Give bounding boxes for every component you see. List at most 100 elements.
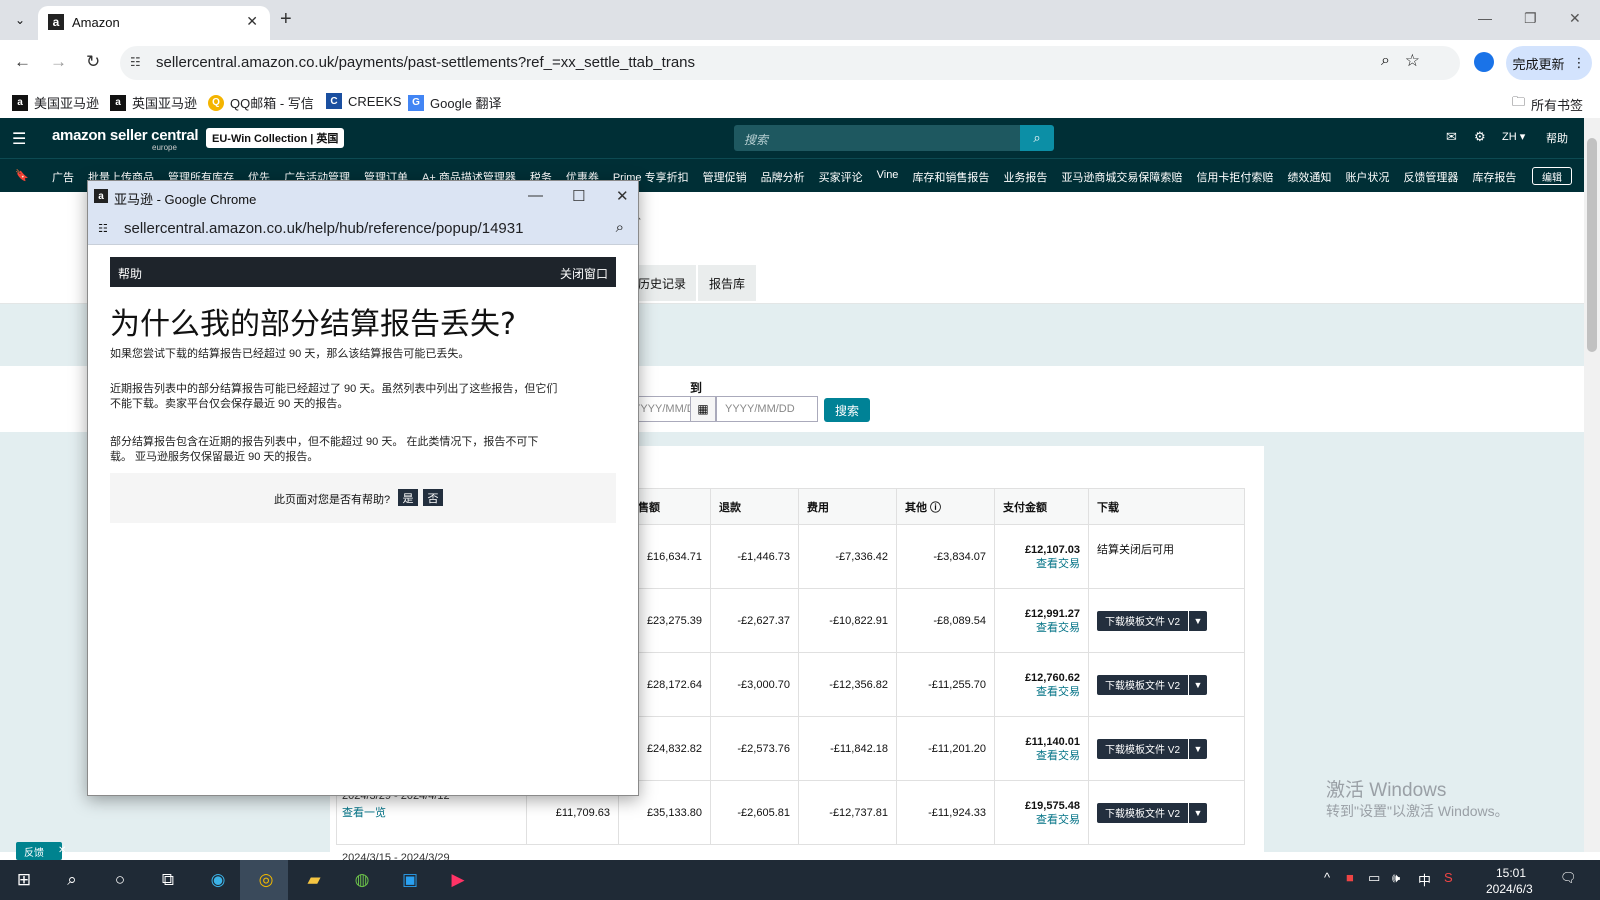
tab-close-icon[interactable]: ✕ xyxy=(246,13,258,30)
app-icon[interactable]: ▶ xyxy=(446,868,470,892)
nav-edit-button[interactable]: 编辑 xyxy=(1532,167,1572,185)
popup-minimize-icon[interactable]: — xyxy=(528,187,543,204)
helpful-yes-button[interactable]: 是 xyxy=(398,489,418,506)
bookmark-creeks[interactable]: C CREEKS xyxy=(326,93,401,109)
nav-item[interactable]: 管理促销 xyxy=(703,169,747,185)
back-icon[interactable]: ← xyxy=(14,52,31,72)
browser-360-icon[interactable]: ◍ xyxy=(350,868,374,892)
feedback-close-icon[interactable]: ✕ xyxy=(58,845,66,856)
nav-item[interactable]: 业务报告 xyxy=(1003,169,1047,185)
app-icon[interactable]: ▣ xyxy=(398,868,422,892)
view-transactions-link[interactable]: 查看交易 xyxy=(1036,622,1080,634)
nav-item[interactable]: Vine xyxy=(877,169,899,185)
helpful-no-button[interactable]: 否 xyxy=(423,489,443,506)
col-other[interactable]: 其他 ⓘ xyxy=(896,488,995,525)
settings-gear-icon[interactable]: ⚙ xyxy=(1474,129,1486,145)
nav-item[interactable]: 品牌分析 xyxy=(761,169,805,185)
sogou-icon[interactable]: S xyxy=(1444,870,1453,885)
nav-item[interactable]: 信用卡拒付索赔 xyxy=(1196,169,1273,185)
popup-address-bar[interactable]: ☷ sellercentral.amazon.co.uk/help/hub/re… xyxy=(88,213,638,245)
nav-item[interactable]: 库存报告 xyxy=(1472,169,1516,185)
nav-item[interactable]: 库存和销售报告 xyxy=(912,169,989,185)
zoom-icon[interactable]: ⌕ xyxy=(616,219,624,236)
tray-app-icon[interactable]: ■ xyxy=(1346,870,1354,885)
view-transactions-link[interactable]: 查看交易 xyxy=(1036,686,1080,698)
help-link[interactable]: 帮助 xyxy=(1546,130,1568,146)
network-icon[interactable]: ▭ xyxy=(1368,870,1380,886)
bookmark-star-icon[interactable]: ☆ xyxy=(1405,51,1420,71)
bookmark-google-translate[interactable]: G Google 翻译 xyxy=(408,93,502,112)
seller-central-logo[interactable]: amazon seller central xyxy=(52,127,199,144)
filter-search-button[interactable]: 搜索 xyxy=(824,398,870,422)
download-template-button[interactable]: 下载模板文件 V2 ▼ xyxy=(1097,738,1208,759)
minimize-icon[interactable]: — xyxy=(1478,10,1492,26)
store-selector[interactable]: EU-Win Collection | 英国 xyxy=(206,128,345,148)
site-info-icon[interactable]: ☷ xyxy=(130,55,141,69)
forward-icon[interactable]: → xyxy=(50,52,67,72)
bookmark-uk-amazon[interactable]: a 英国亚马逊 xyxy=(110,93,197,112)
ime-indicator[interactable]: 中 xyxy=(1418,870,1431,889)
popup-title-bar[interactable]: a 亚马逊 - Google Chrome — ☐ ✕ xyxy=(88,181,638,213)
popup-url[interactable]: sellercentral.amazon.co.uk/help/hub/refe… xyxy=(124,220,523,237)
nav-item[interactable]: 反馈管理器 xyxy=(1403,169,1458,185)
task-view-icon[interactable]: ⧉ xyxy=(156,868,180,892)
bookmark-qqmail[interactable]: Q QQ邮箱 - 写信 xyxy=(208,93,314,112)
download-template-button[interactable]: 下载模板文件 V2 ▼ xyxy=(1097,802,1208,823)
clock-date[interactable]: 2024/6/3 xyxy=(1486,882,1533,896)
download-template-button[interactable]: 下载模板文件 V2 ▼ xyxy=(1097,674,1208,695)
hamburger-menu-icon[interactable]: ☰ xyxy=(12,129,26,149)
bookmark-us-amazon[interactable]: a 美国亚马逊 xyxy=(12,93,99,112)
volume-icon[interactable]: 🕪 xyxy=(1392,870,1400,886)
tab-amazon[interactable]: a Amazon ✕ xyxy=(38,6,270,40)
tab-search-chevron-icon[interactable]: ⌄ xyxy=(8,8,32,32)
search-icon[interactable]: ⌕ xyxy=(60,868,84,892)
clock-time[interactable]: 15:01 xyxy=(1496,866,1526,880)
chevron-down-icon[interactable]: ▼ xyxy=(1189,610,1208,631)
chevron-down-icon[interactable]: ▼ xyxy=(1189,802,1208,823)
address-bar[interactable]: ☷ sellercentral.amazon.co.uk/payments/pa… xyxy=(120,46,1460,80)
file-explorer-icon[interactable]: ▰ xyxy=(302,868,326,892)
all-bookmarks[interactable]: 🗀 所有书签 xyxy=(1512,93,1583,115)
chevron-down-icon[interactable]: ▼ xyxy=(1189,738,1208,759)
scrollbar-thumb[interactable] xyxy=(1587,138,1597,352)
mail-icon[interactable]: ✉ xyxy=(1446,129,1457,145)
view-summary-link[interactable]: 查看一览 xyxy=(342,804,386,820)
close-window-icon[interactable]: ✕ xyxy=(1569,10,1581,27)
restore-icon[interactable]: ❐ xyxy=(1524,10,1537,27)
update-button[interactable]: 完成更新 ⋮ xyxy=(1506,46,1592,80)
reload-icon[interactable]: ↻ xyxy=(86,52,100,72)
sc-search-input[interactable]: 搜索 xyxy=(734,125,1020,151)
popup-close-icon[interactable]: ✕ xyxy=(616,187,629,205)
view-transactions-link[interactable]: 查看交易 xyxy=(1036,558,1080,570)
popup-maximize-icon[interactable]: ☐ xyxy=(572,187,585,205)
more-menu-icon[interactable]: ⋮ xyxy=(1573,55,1586,71)
windows-start-icon[interactable]: ⊞ xyxy=(12,868,36,892)
nav-item[interactable]: 亚马逊商城交易保障索赔 xyxy=(1061,169,1182,185)
tray-chevron-icon[interactable]: ^ xyxy=(1324,870,1330,885)
site-info-icon[interactable]: ☷ xyxy=(98,222,108,235)
sc-search-icon[interactable]: ⌕ xyxy=(1020,125,1054,151)
nav-item[interactable]: 广告 xyxy=(52,169,74,185)
date-to-input[interactable]: YYYY/MM/DD xyxy=(716,396,818,422)
language-selector[interactable]: ZH ▾ xyxy=(1502,130,1525,143)
new-tab-button[interactable]: + xyxy=(280,8,292,31)
chevron-down-icon[interactable]: ▼ xyxy=(1189,674,1208,695)
cortana-icon[interactable]: ○ xyxy=(108,868,132,892)
bookmark-pin-icon[interactable]: 🔖 xyxy=(15,169,29,182)
nav-item[interactable]: 账户状况 xyxy=(1345,169,1389,185)
view-transactions-link[interactable]: 查看交易 xyxy=(1036,814,1080,826)
profile-avatar[interactable] xyxy=(1474,52,1494,72)
nav-item[interactable]: 绩效通知 xyxy=(1287,169,1331,185)
zoom-icon[interactable]: ⌕ xyxy=(1381,52,1390,70)
view-transactions-link[interactable]: 查看交易 xyxy=(1036,750,1080,762)
notification-icon[interactable]: 🗨 xyxy=(1560,870,1577,886)
nav-item[interactable]: 买家评论 xyxy=(819,169,863,185)
feedback-badge[interactable]: 反馈 xyxy=(16,842,62,860)
address-url[interactable]: sellercentral.amazon.co.uk/payments/past… xyxy=(156,54,695,71)
tab-report-library[interactable]: 报告库 xyxy=(698,265,756,301)
edge-icon[interactable]: ◉ xyxy=(206,868,230,892)
download-template-button[interactable]: 下载模板文件 V2 ▼ xyxy=(1097,610,1208,631)
close-window-link[interactable]: 关闭窗口 xyxy=(560,265,608,282)
chrome-icon[interactable]: ◎ xyxy=(254,868,278,892)
calendar-icon[interactable]: ▦ xyxy=(690,396,716,422)
